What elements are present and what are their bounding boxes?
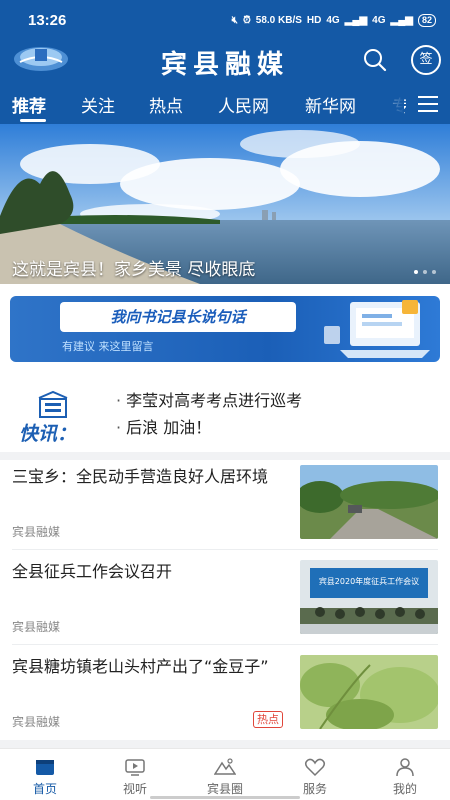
nav-label: 服务 — [302, 782, 327, 796]
news-title: 三宝乡：全民动手营造良好人居环境 — [12, 467, 269, 486]
nav-audio-video[interactable]: 视听 — [90, 749, 180, 800]
app-header: 宾县融媒 签 — [0, 40, 450, 84]
status-bar: 13:26 🔇︎ ⏰︎ 58.0 KB/S HD 4G ▂▄▆ 4G ▂▄▆ 8… — [0, 0, 450, 40]
menu-icon[interactable] — [406, 84, 450, 124]
leader-message-banner[interactable]: 我向书记县长说句话 有建议 来这里留言 — [10, 296, 440, 362]
search-icon[interactable] — [361, 46, 389, 74]
mountain-icon — [214, 758, 236, 775]
tab-hot[interactable]: 热点 — [149, 92, 183, 117]
news-flash: 快讯： 李莹对高考考点进行巡考 后浪 加油！ — [0, 376, 450, 452]
user-icon — [396, 758, 414, 777]
news-item[interactable]: 三宝乡：全民动手营造良好人居环境 宾县融媒 — [12, 465, 438, 555]
thumbnail-caption: 宾县2020年度征兵工作会议 — [318, 577, 420, 586]
news-source: 宾县融媒 — [12, 715, 61, 729]
banner-caption: 这就是宾县！家乡美景 尽收眼底 — [12, 260, 256, 280]
nav-county-circle[interactable]: 宾县圈 — [180, 749, 270, 800]
nav-label: 视听 — [122, 782, 147, 796]
laptop-illustration-icon — [324, 300, 430, 358]
status-indicators: 🔇︎ ⏰︎ 58.0 KB/S HD 4G ▂▄▆ 4G ▂▄▆ 82 — [231, 13, 436, 27]
news-source: 宾县融媒 — [12, 620, 61, 634]
mute-icon: 🔇︎ — [231, 14, 238, 26]
status-time: 13:26 — [28, 11, 67, 29]
hd-label: HD — [306, 14, 322, 26]
news-item[interactable]: 宾县糖坊镇老山头村产出了“金豆子” 宾县融媒 热点 — [12, 655, 438, 745]
tv-icon — [125, 759, 145, 776]
promo-title: 我向书记县长说句话 — [110, 308, 246, 326]
hot-badge: 热点 — [253, 711, 283, 728]
news-thumbnail — [300, 655, 438, 729]
home-indicator — [150, 796, 300, 799]
tab-xinhua-net[interactable]: 新华网 — [305, 92, 356, 117]
sim2-label: 4G — [372, 14, 386, 26]
news-flash-item[interactable]: 李莹对高考考点进行巡考 — [116, 390, 302, 417]
heart-icon — [304, 758, 326, 777]
active-tab-indicator — [20, 119, 46, 122]
news-flash-item[interactable]: 后浪 加油！ — [116, 417, 302, 444]
news-title: 宾县糖坊镇老山头村产出了“金豆子” — [12, 657, 269, 676]
signal-icon: ▂▄▆ — [390, 14, 413, 26]
news-thumbnail: 宾县2020年度征兵工作会议 — [300, 560, 438, 634]
category-tabs: 推荐 关注 热点 人民网 新华网 专 — [0, 84, 450, 124]
nav-label: 首页 — [32, 782, 57, 796]
carousel-dots — [414, 270, 436, 274]
promo-subtitle: 有建议 来这里留言 — [62, 340, 154, 353]
news-flash-list: 李莹对高考考点进行巡考 后浪 加油！ — [116, 390, 302, 444]
news-flash-label: 快讯： — [19, 423, 77, 445]
sim1-label: 4G — [326, 14, 340, 26]
tab-people-net[interactable]: 人民网 — [218, 92, 269, 117]
sign-in-button[interactable]: 签 — [411, 45, 441, 75]
tab-recommend[interactable]: 推荐 — [12, 92, 46, 117]
nav-home[interactable]: 首页 — [0, 749, 90, 800]
news-item[interactable]: 全县征兵工作会议召开 宾县融媒 宾县2020年度征兵工作会议 — [12, 560, 438, 650]
alarm-icon: ⏰︎ — [242, 14, 251, 26]
banner-carousel[interactable]: 这就是宾县！家乡美景 尽收眼底 — [0, 124, 450, 284]
nav-profile[interactable]: 我的 — [360, 749, 450, 800]
nav-label: 我的 — [392, 782, 417, 796]
news-source: 宾县融媒 — [12, 525, 61, 539]
net-speed: 58.0 KB/S — [255, 14, 302, 26]
newspaper-icon — [38, 390, 68, 418]
news-title: 全县征兵工作会议召开 — [12, 562, 173, 581]
news-thumbnail — [300, 465, 438, 539]
home-icon — [36, 760, 54, 775]
nav-services[interactable]: 服务 — [270, 749, 360, 800]
bottom-nav: 首页 视听 宾县圈 服务 我的 — [0, 748, 450, 800]
battery-level: 82 — [417, 13, 436, 27]
tab-follow[interactable]: 关注 — [81, 92, 115, 117]
nav-label: 宾县圈 — [206, 782, 243, 796]
signal-icon: ▂▄▆ — [344, 14, 368, 26]
